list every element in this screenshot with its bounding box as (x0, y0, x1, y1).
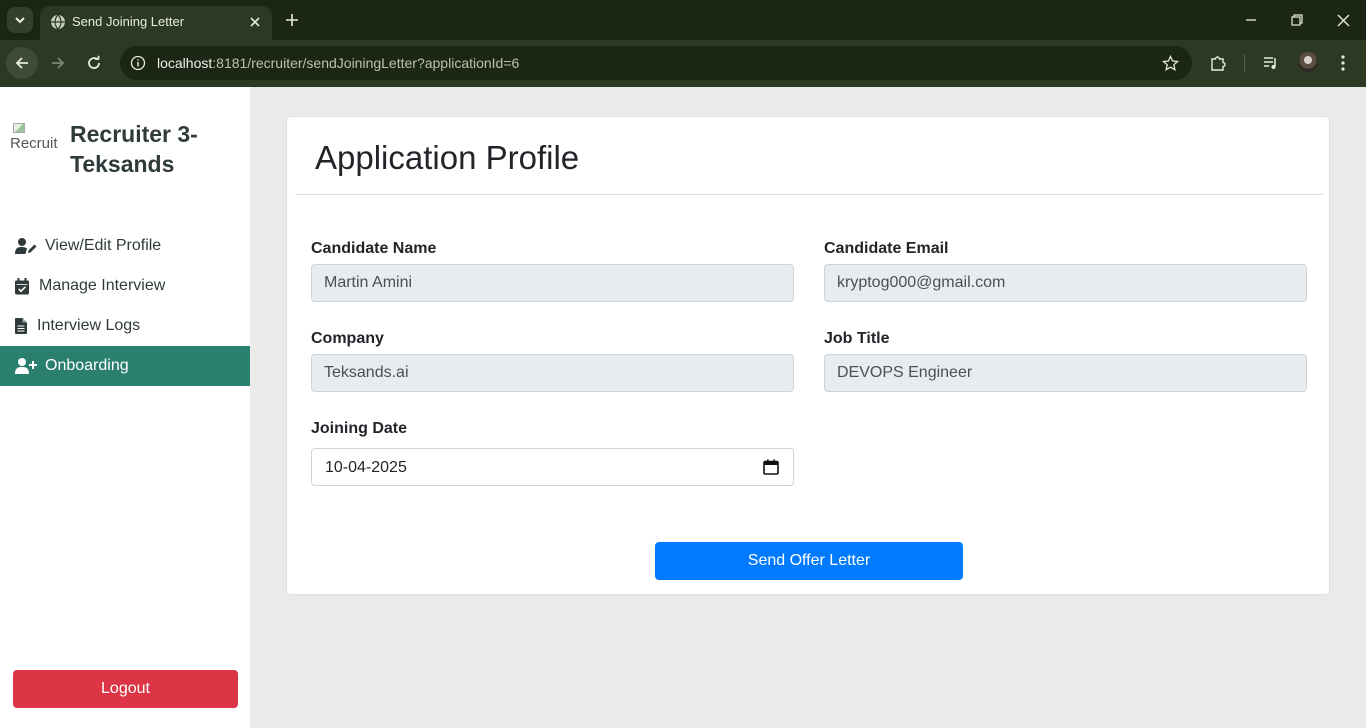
browser-toolbar: localhost:8181/recruiter/sendJoiningLett… (0, 40, 1366, 87)
calendar-check-icon (15, 277, 31, 295)
minimize-icon (1246, 19, 1256, 21)
browser-tab[interactable]: Send Joining Letter (40, 6, 272, 40)
sidebar-item-label: Interview Logs (37, 317, 141, 334)
plus-icon (286, 14, 298, 26)
application-profile-card: Application Profile Candidate Name Candi… (286, 116, 1330, 595)
globe-icon (51, 14, 65, 30)
site-info-button[interactable] (128, 53, 148, 73)
url-path: :8181/recruiter/sendJoiningLetter?applic… (212, 55, 520, 71)
forward-button[interactable] (42, 47, 74, 79)
sidebar-item-label: Onboarding (45, 357, 129, 374)
toolbar-separator (1244, 54, 1245, 72)
candidate-name-label: Candidate Name (311, 240, 437, 257)
tab-close-button[interactable] (246, 13, 264, 31)
arrow-left-icon (15, 57, 28, 69)
browser-tabstrip: Send Joining Letter (0, 0, 1366, 40)
sidebar-item-label: Manage Interview (39, 277, 166, 294)
sidebar: Recruit Recruiter 3-Teksands View/Edit P… (0, 87, 250, 728)
puzzle-icon (1211, 56, 1226, 71)
sidebar-item-view-edit-profile[interactable]: View/Edit Profile (0, 226, 250, 266)
sidebar-item-interview-logs[interactable]: Interview Logs (0, 306, 250, 346)
candidate-email-field[interactable] (824, 264, 1307, 302)
reload-icon (88, 55, 100, 69)
extensions-button[interactable] (1207, 52, 1229, 74)
job-title-field[interactable] (824, 354, 1307, 392)
calendar-icon[interactable] (763, 459, 779, 475)
page-title: Application Profile (315, 139, 580, 176)
candidate-name-field[interactable] (311, 264, 794, 302)
url-text: localhost:8181/recruiter/sendJoiningLett… (157, 55, 519, 71)
back-button[interactable] (6, 47, 38, 79)
file-icon (15, 317, 29, 335)
more-vertical-icon (1341, 55, 1345, 71)
restore-button[interactable] (1284, 7, 1310, 33)
url-host: localhost (157, 55, 213, 71)
brand-name: Recruiter 3-Teksands (70, 121, 198, 177)
address-bar[interactable]: localhost:8181/recruiter/sendJoiningLett… (120, 46, 1192, 80)
broken-image-icon (13, 123, 25, 133)
minimize-button[interactable] (1238, 7, 1264, 33)
candidate-email-label: Candidate Email (824, 240, 949, 257)
browser-menu-button[interactable] (1332, 52, 1354, 74)
tab-title: Send Joining Letter (72, 14, 185, 29)
logo-alt-text: Recruit (10, 135, 58, 152)
joining-date-field[interactable]: 10-04-2025 (311, 448, 794, 486)
media-controls-button[interactable] (1260, 52, 1282, 74)
brand-logo: Recruit (10, 123, 66, 159)
bookmark-button[interactable] (1160, 53, 1180, 73)
close-window-button[interactable] (1330, 7, 1356, 33)
joining-date-label: Joining Date (311, 420, 408, 437)
restore-icon (1291, 14, 1303, 26)
job-title-label: Job Title (824, 330, 890, 347)
star-icon (1161, 54, 1179, 71)
user-edit-icon (15, 237, 37, 255)
sidebar-item-label: View/Edit Profile (45, 237, 162, 254)
sidebar-item-manage-interview[interactable]: Manage Interview (0, 266, 250, 306)
profile-avatar[interactable] (1298, 52, 1318, 72)
playlist-icon (1264, 57, 1276, 69)
new-tab-button[interactable] (280, 8, 304, 32)
reload-button[interactable] (78, 47, 110, 79)
close-icon (250, 17, 260, 27)
arrow-right-icon (52, 57, 65, 69)
joining-date-value: 10-04-2025 (325, 459, 407, 476)
user-plus-icon (15, 357, 37, 375)
company-label: Company (311, 330, 384, 347)
send-offer-letter-button[interactable]: Send Offer Letter (655, 542, 963, 580)
company-field[interactable] (311, 354, 794, 392)
title-divider (295, 194, 1323, 195)
tab-search-button[interactable] (7, 7, 33, 33)
close-icon (1337, 14, 1349, 26)
chevron-down-icon (15, 17, 25, 24)
sidebar-item-onboarding[interactable]: Onboarding (0, 346, 250, 386)
logout-button[interactable]: Logout (13, 670, 238, 708)
info-icon (130, 55, 146, 71)
